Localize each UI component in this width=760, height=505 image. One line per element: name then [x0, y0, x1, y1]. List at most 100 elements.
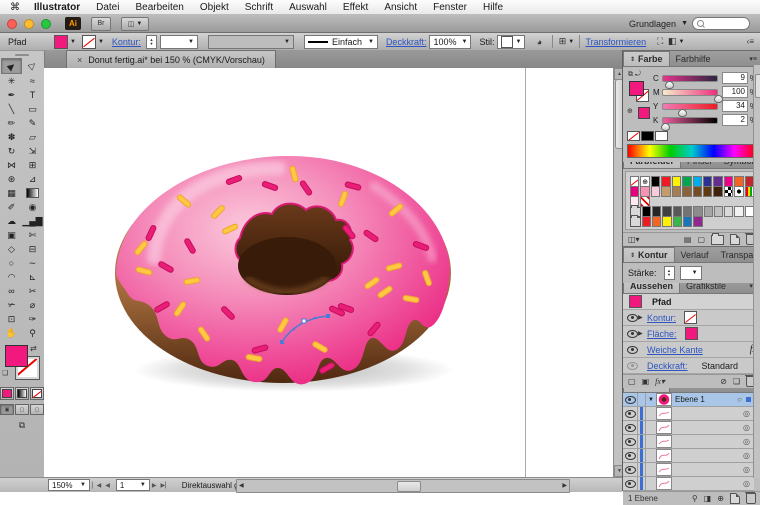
layer-row[interactable]: ▼ Ebene 1 ○ — [623, 393, 754, 407]
visibility-column[interactable] — [623, 407, 638, 420]
scroll-left-arrow[interactable]: ◀ — [239, 482, 244, 489]
none-swatch[interactable] — [627, 131, 640, 141]
swatch-libraries-icon[interactable]: ◫▾ — [628, 235, 640, 244]
visibility-column[interactable] — [623, 435, 638, 448]
anchor-point[interactable] — [301, 318, 307, 324]
arrange-button[interactable]: ◧ ▼ — [668, 35, 684, 48]
toolbar-drag-handle[interactable] — [0, 51, 44, 58]
menu-item-schrift[interactable]: Schrift — [237, 2, 281, 13]
scroll-right-arrow[interactable]: ▶ — [562, 482, 567, 489]
previous-artboard-button[interactable]: ◀ — [103, 482, 112, 489]
color-group-folder-icon[interactable] — [630, 215, 641, 227]
brush-definition-combo[interactable]: Einfach ▼ — [303, 34, 378, 49]
next-artboard-button[interactable]: ▶ — [150, 482, 159, 489]
attribute-link[interactable]: Fläche: — [647, 329, 677, 339]
new-sublayer-icon[interactable]: ⊕ — [717, 494, 724, 503]
clipping-mask-icon[interactable]: ◨ — [704, 494, 712, 503]
anchor-point[interactable] — [280, 340, 284, 344]
swatch-cell[interactable] — [683, 216, 693, 227]
tool-live-paint[interactable]: ✑ — [22, 312, 43, 326]
slider-track[interactable] — [662, 102, 718, 117]
slider-value[interactable]: 9 — [722, 72, 748, 84]
gradient-mode-button[interactable] — [15, 387, 29, 400]
tool-perspective-selection[interactable]: ◇ — [1, 242, 22, 256]
tool-hand[interactable]: ✋ — [1, 326, 22, 340]
transform-panel-link[interactable]: Transformieren — [585, 37, 646, 47]
menu-item-objekt[interactable]: Objekt — [192, 2, 237, 13]
swatch-cell[interactable] — [662, 216, 672, 227]
visibility-column[interactable] — [623, 463, 638, 476]
path-row[interactable]: ◎ — [623, 407, 754, 421]
swatch-options-icon[interactable]: ▢ — [697, 235, 705, 244]
tool-blend[interactable]: ◉ — [22, 200, 43, 214]
edit-column[interactable] — [638, 435, 646, 448]
tool-mesh[interactable]: ▦ — [1, 186, 22, 200]
default-fill-stroke-icon[interactable]: ❏ — [2, 369, 8, 377]
swatch-cell[interactable] — [641, 216, 652, 227]
target-circle-icon[interactable]: ○ — [737, 395, 742, 404]
menu-item-bearbeiten[interactable]: Bearbeiten — [127, 2, 191, 13]
attribute-link[interactable]: Kontur: — [647, 313, 676, 323]
swatch-cell[interactable] — [672, 216, 683, 227]
edit-column[interactable] — [638, 421, 646, 434]
horizontal-scroll-thumb[interactable] — [397, 481, 421, 492]
slider-value[interactable]: 34 — [722, 100, 748, 112]
canvas[interactable] — [44, 68, 613, 477]
layers-scrollbar[interactable] — [753, 65, 760, 478]
new-layer-icon[interactable] — [730, 493, 740, 504]
zoom-level-combo[interactable]: 150% ▼ — [48, 479, 90, 491]
fill-color-picker[interactable]: ▼ — [54, 34, 76, 49]
layer-name[interactable]: Ebene 1 — [675, 395, 705, 404]
menu-item-illustrator[interactable]: Illustrator — [26, 2, 88, 13]
tool-shape-builder[interactable]: ⊛ — [1, 172, 22, 186]
expand-arrow-icon[interactable]: ▶ — [638, 314, 647, 321]
target-circle-icon[interactable]: ◎ — [743, 479, 750, 488]
tool-column-graph[interactable]: ▁▄▇ — [22, 214, 43, 228]
tool-scissors[interactable]: ✂ — [22, 284, 43, 298]
tool-measure[interactable]: ⌀ — [22, 298, 43, 312]
first-artboard-button[interactable]: ▏◀ — [90, 482, 103, 489]
appearance-row[interactable]: Weiche Kantefx — [623, 342, 760, 358]
search-input[interactable] — [692, 17, 750, 30]
locate-object-icon[interactable]: ⚲ — [692, 494, 698, 503]
tool-perspective-grid[interactable]: ⊿ — [22, 172, 43, 186]
tool-knife[interactable]: ✃ — [1, 298, 22, 312]
tool-curvature[interactable]: ∼ — [22, 256, 43, 270]
add-effect-icon[interactable]: fx▾ — [655, 377, 665, 386]
visibility-column[interactable] — [623, 449, 638, 462]
normal-screen-mode-button[interactable]: ▣ — [0, 404, 14, 415]
target-circle-icon[interactable]: ◎ — [743, 465, 750, 474]
visibility-column[interactable] — [623, 421, 638, 434]
align-button[interactable]: ⛶ — [652, 35, 668, 48]
last-artboard-button[interactable]: ▶▏ — [158, 482, 171, 489]
close-tab-icon[interactable]: × — [77, 55, 82, 65]
tab-kontur[interactable]: ⇕ Kontur — [623, 247, 675, 262]
tool-scale[interactable]: ⇲ — [22, 144, 43, 158]
tool-arc[interactable]: ◠ — [1, 270, 22, 284]
change-screen-mode-icon[interactable]: ⧉ — [0, 420, 44, 431]
slider-track[interactable] — [661, 116, 718, 131]
arrange-documents-button[interactable]: ◫ ▼ — [121, 16, 149, 31]
new-swatch-icon[interactable] — [730, 234, 740, 245]
slider-track[interactable] — [662, 88, 723, 103]
target-circle-icon[interactable]: ◎ — [743, 437, 750, 446]
path-row[interactable]: ◎ — [623, 463, 754, 477]
duplicate-item-icon[interactable]: ❏ — [733, 377, 740, 386]
graphic-style-combo[interactable]: ▼ — [497, 34, 526, 49]
tool-gradient[interactable] — [22, 186, 43, 200]
show-kinds-icon[interactable]: ▤ — [684, 235, 692, 244]
donut-artwork[interactable] — [44, 68, 613, 477]
stroke-weight-combo[interactable]: ▼ — [159, 34, 198, 49]
appearance-header-row[interactable]: Pfad — [623, 294, 760, 310]
white-swatch[interactable] — [655, 131, 668, 141]
close-window-button[interactable] — [7, 18, 17, 29]
tool-print-tiling[interactable]: ⊟ — [22, 242, 43, 256]
stroke-color-picker[interactable]: ▼ — [81, 34, 104, 49]
slider-track[interactable] — [662, 74, 718, 89]
edit-column[interactable] — [638, 393, 646, 406]
appearance-row[interactable]: ▶ Fläche: — [623, 326, 760, 342]
attribute-link[interactable]: Deckkraft: — [647, 361, 688, 371]
visibility-column[interactable] — [623, 393, 638, 406]
stroke-weight-combo[interactable]: ▼ — [679, 266, 702, 280]
slider-value[interactable]: 2 — [722, 114, 748, 126]
